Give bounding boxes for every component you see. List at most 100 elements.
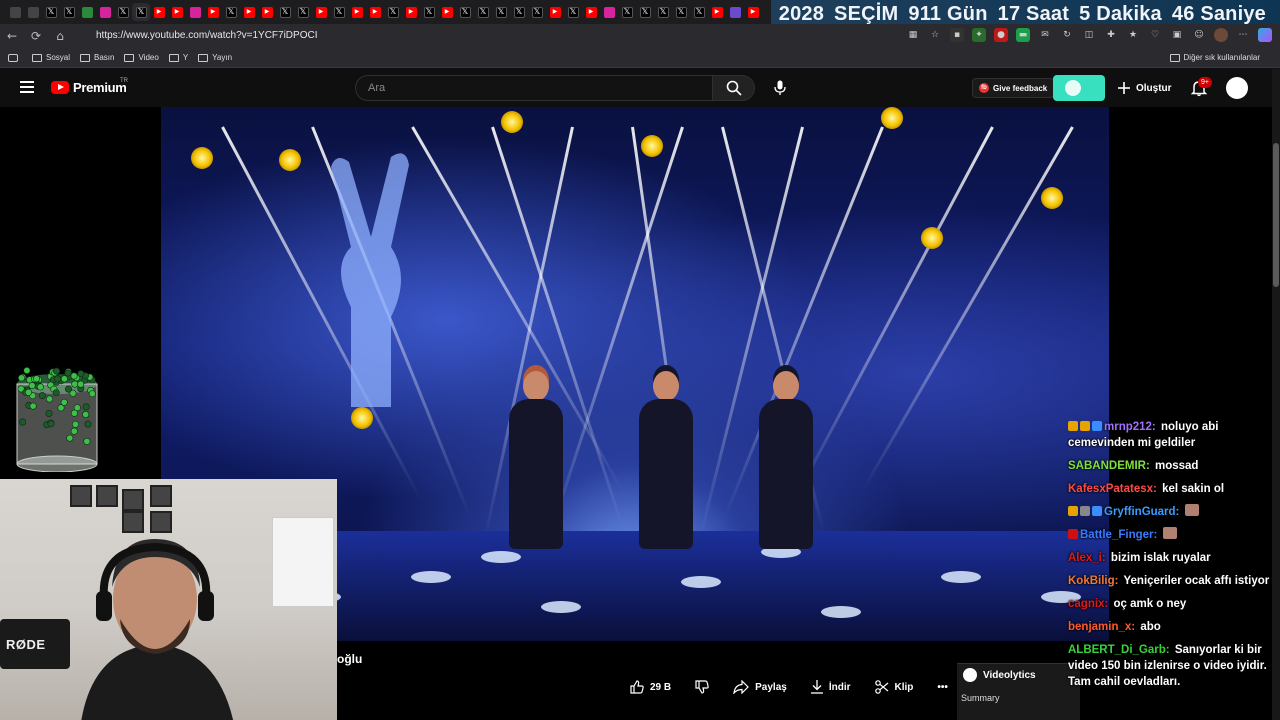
youtube-logo[interactable]: Premium bbox=[51, 80, 127, 95]
chat-text: oç amk o ney bbox=[1113, 598, 1187, 610]
bookmark-folder[interactable]: Basın bbox=[80, 53, 114, 62]
give-feedback-button[interactable]: fb Give feedback bbox=[972, 78, 1055, 98]
refresh-button[interactable]: ⟳ bbox=[24, 24, 48, 48]
copilot-icon[interactable] bbox=[1258, 28, 1272, 42]
feedback-icon[interactable]: ☺ bbox=[1192, 28, 1206, 42]
floor-light bbox=[941, 571, 981, 583]
browser-tab[interactable]: ▶ bbox=[402, 3, 420, 21]
browser-tab[interactable]: 𝕏 bbox=[294, 3, 312, 21]
more-menu-icon[interactable]: ⋯ bbox=[1236, 28, 1250, 42]
url-field[interactable]: https://www.youtube.com/watch?v=1YCF7iDP… bbox=[96, 28, 317, 44]
extension-icon[interactable]: ▪ bbox=[950, 28, 964, 42]
videolytics-panel[interactable]: Videolytics Summary bbox=[957, 663, 1080, 720]
browser-tab[interactable] bbox=[6, 3, 24, 21]
download-button[interactable]: İndir bbox=[810, 680, 851, 694]
browser-tab[interactable]: 𝕏 bbox=[132, 3, 150, 21]
x-tab-icon: 𝕏 bbox=[657, 6, 669, 18]
browser-tab[interactable]: 𝕏 bbox=[510, 3, 528, 21]
browser-tab[interactable]: ▶ bbox=[366, 3, 384, 21]
browser-tab[interactable] bbox=[96, 3, 114, 21]
bead bbox=[52, 389, 60, 397]
extension-icon[interactable]: ● bbox=[994, 28, 1008, 42]
split-screen-icon[interactable]: ◫ bbox=[1082, 28, 1096, 42]
browser-tab[interactable] bbox=[600, 3, 618, 21]
extensions-puzzle-icon[interactable]: ✚ bbox=[1104, 28, 1118, 42]
bookmark-folder[interactable]: Yayın bbox=[198, 53, 232, 62]
extension-icon[interactable]: ▬ bbox=[1016, 28, 1030, 42]
browser-tab[interactable]: 𝕏 bbox=[456, 3, 474, 21]
extension-icon[interactable]: ↻ bbox=[1060, 28, 1074, 42]
dislike-button[interactable] bbox=[695, 680, 709, 694]
browser-tab[interactable]: ▶ bbox=[438, 3, 456, 21]
bead bbox=[84, 420, 92, 428]
scrollbar-thumb[interactable] bbox=[1273, 143, 1279, 287]
browser-tab[interactable]: 𝕏 bbox=[564, 3, 582, 21]
video-player[interactable]: oğlu RØDE 29 B Paylaş İndir Klip ••• Vid… bbox=[0, 107, 1280, 720]
account-avatar[interactable] bbox=[1226, 77, 1248, 99]
search-input[interactable]: Ara bbox=[355, 75, 713, 101]
bookmark-folder[interactable]: Y bbox=[168, 53, 188, 62]
browser-tab[interactable]: 𝕏 bbox=[420, 3, 438, 21]
browser-tab[interactable]: 𝕏 bbox=[528, 3, 546, 21]
browser-tab[interactable]: ▶ bbox=[582, 3, 600, 21]
create-button[interactable]: Oluştur bbox=[1118, 78, 1172, 98]
browser-tab[interactable] bbox=[78, 3, 96, 21]
browser-tab[interactable]: ▶ bbox=[168, 3, 186, 21]
browser-tab[interactable]: ▶ bbox=[546, 3, 564, 21]
browser-tab[interactable]: 𝕏 bbox=[222, 3, 240, 21]
browser-tab[interactable]: 𝕏 bbox=[384, 3, 402, 21]
x-tab-icon: 𝕏 bbox=[639, 6, 651, 18]
browser-tab[interactable]: ▶ bbox=[258, 3, 276, 21]
other-bookmarks[interactable]: Diğer sık kullanılanlar bbox=[1169, 53, 1260, 62]
browser-tab[interactable]: ▶ bbox=[348, 3, 366, 21]
browser-tab[interactable] bbox=[24, 3, 42, 21]
bookmarks-menu-icon[interactable] bbox=[8, 53, 18, 62]
profile-avatar[interactable] bbox=[1214, 28, 1228, 42]
browser-tab[interactable]: 𝕏 bbox=[42, 3, 60, 21]
extension-toggle[interactable] bbox=[1053, 75, 1105, 101]
search-button[interactable] bbox=[713, 75, 755, 101]
browser-tab[interactable]: 𝕏 bbox=[654, 3, 672, 21]
browser-tab[interactable] bbox=[186, 3, 204, 21]
browser-tab[interactable]: 𝕏 bbox=[618, 3, 636, 21]
browser-tab[interactable]: 𝕏 bbox=[276, 3, 294, 21]
chat-badge-icon bbox=[1068, 506, 1078, 516]
browser-tab[interactable]: ▶ bbox=[744, 3, 762, 21]
bookmark-folder[interactable]: Sosyal bbox=[32, 53, 70, 62]
voice-search-button[interactable] bbox=[770, 76, 790, 100]
browser-tab[interactable]: ▶ bbox=[312, 3, 330, 21]
browser-tab[interactable]: 𝕏 bbox=[474, 3, 492, 21]
browser-tab[interactable] bbox=[726, 3, 744, 21]
browser-tab[interactable]: 𝕏 bbox=[114, 3, 132, 21]
like-button[interactable]: 29 B bbox=[630, 680, 671, 694]
home-button[interactable]: ⌂ bbox=[48, 24, 72, 48]
browser-tab[interactable]: ▶ bbox=[240, 3, 258, 21]
videolytics-summary-tab[interactable]: Summary bbox=[961, 693, 1000, 703]
page-scrollbar[interactable] bbox=[1272, 69, 1280, 720]
browser-tab[interactable]: 𝕏 bbox=[672, 3, 690, 21]
browser-tab[interactable]: 𝕏 bbox=[690, 3, 708, 21]
browser-tab[interactable]: ▶ bbox=[150, 3, 168, 21]
more-actions-button[interactable]: ••• bbox=[937, 682, 948, 693]
bookmark-folder[interactable]: Video bbox=[124, 53, 159, 62]
chat-username: cagnix: bbox=[1068, 598, 1109, 610]
clip-button[interactable]: Klip bbox=[874, 680, 913, 694]
browser-tab[interactable]: 𝕏 bbox=[636, 3, 654, 21]
favorites-icon[interactable]: ★ bbox=[1126, 28, 1140, 42]
collections-icon[interactable]: ▣ bbox=[1170, 28, 1184, 42]
browser-tab[interactable]: ▶ bbox=[204, 3, 222, 21]
performance-icon[interactable]: ♡ bbox=[1148, 28, 1162, 42]
browser-tab[interactable]: 𝕏 bbox=[60, 3, 78, 21]
browser-tab[interactable]: 𝕏 bbox=[330, 3, 348, 21]
favorite-star-icon[interactable]: ☆ bbox=[928, 28, 942, 42]
extension-icon[interactable]: ✦ bbox=[972, 28, 986, 42]
back-button[interactable]: ← bbox=[0, 24, 24, 48]
bead bbox=[88, 390, 96, 398]
read-mode-icon[interactable]: ▦ bbox=[906, 28, 920, 42]
browser-tab[interactable]: ▶ bbox=[708, 3, 726, 21]
menu-icon[interactable] bbox=[20, 81, 34, 93]
browser-tab[interactable]: 𝕏 bbox=[492, 3, 510, 21]
extension-icon[interactable]: ✉ bbox=[1038, 28, 1052, 42]
share-button[interactable]: Paylaş bbox=[733, 680, 787, 694]
stage-spotlight bbox=[191, 147, 213, 169]
